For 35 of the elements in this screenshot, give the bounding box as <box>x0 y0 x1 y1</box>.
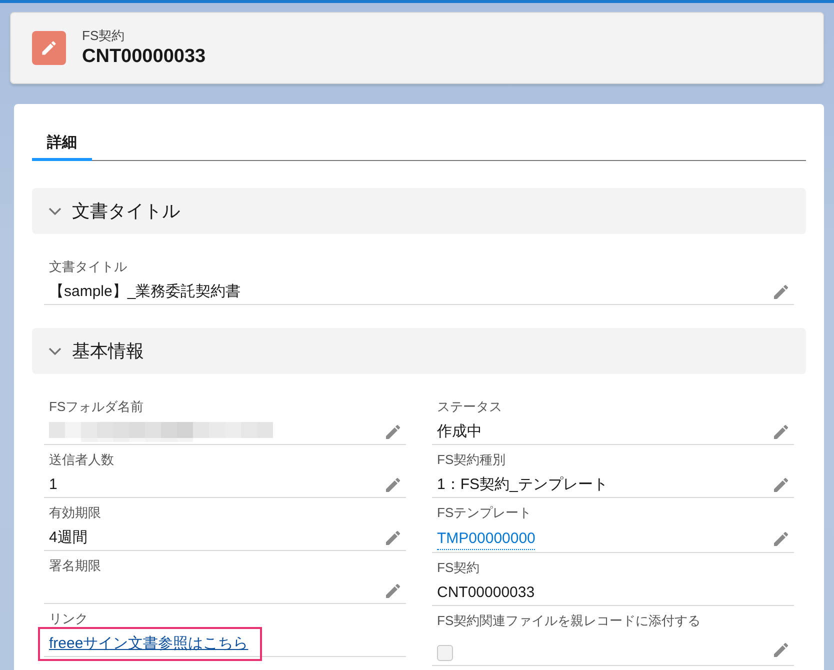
section-toggle[interactable]: 基本情報 <box>32 328 806 374</box>
field-label: FS契約 <box>436 559 481 577</box>
field-value: 作成中 <box>437 422 482 442</box>
section-toggle[interactable]: 文書タイトル <box>32 188 806 234</box>
field-label: FSフォルダ名前 <box>48 398 145 416</box>
field-value: 1：FS契約_テンプレート <box>437 475 608 495</box>
pencil-icon <box>32 31 66 65</box>
record-name: CNT00000033 <box>82 45 206 69</box>
field-label: FS契約種別 <box>436 451 507 469</box>
field-label: 有効期限 <box>48 504 102 522</box>
field-value: 4週間 <box>49 528 88 548</box>
field-label: 署名期限 <box>48 557 102 575</box>
object-label: FS契約 <box>82 27 126 45</box>
field-value: CNT00000033 <box>437 583 535 603</box>
field-label: FSテンプレート <box>436 504 533 522</box>
pencil-icon[interactable] <box>774 425 788 439</box>
pencil-icon[interactable] <box>386 584 400 598</box>
field-label: FS契約関連ファイルを親レコードに添付する <box>436 612 702 630</box>
field-value: 【sample】_業務委託契約書 <box>49 282 241 302</box>
field-label: 送信者人数 <box>48 451 115 469</box>
pencil-icon[interactable] <box>386 478 400 492</box>
pencil-icon[interactable] <box>774 285 788 299</box>
tab[interactable]: 詳細 <box>32 124 92 161</box>
pencil-icon[interactable] <box>774 532 788 546</box>
checkbox[interactable] <box>437 644 453 660</box>
pencil-icon[interactable] <box>386 531 400 545</box>
pencil-icon[interactable] <box>774 642 788 656</box>
pencil-icon[interactable] <box>774 478 788 492</box>
pencil-icon[interactable] <box>386 425 400 439</box>
document-link[interactable]: freeeサイン文書参照はこちら <box>49 633 248 655</box>
field-label: リンク <box>48 610 89 628</box>
field-label: 文書タイトル <box>48 258 128 276</box>
field-label: ステータス <box>436 398 503 416</box>
field-value: 1 <box>49 475 58 495</box>
lookup-link[interactable]: TMP00000000 <box>437 528 536 550</box>
